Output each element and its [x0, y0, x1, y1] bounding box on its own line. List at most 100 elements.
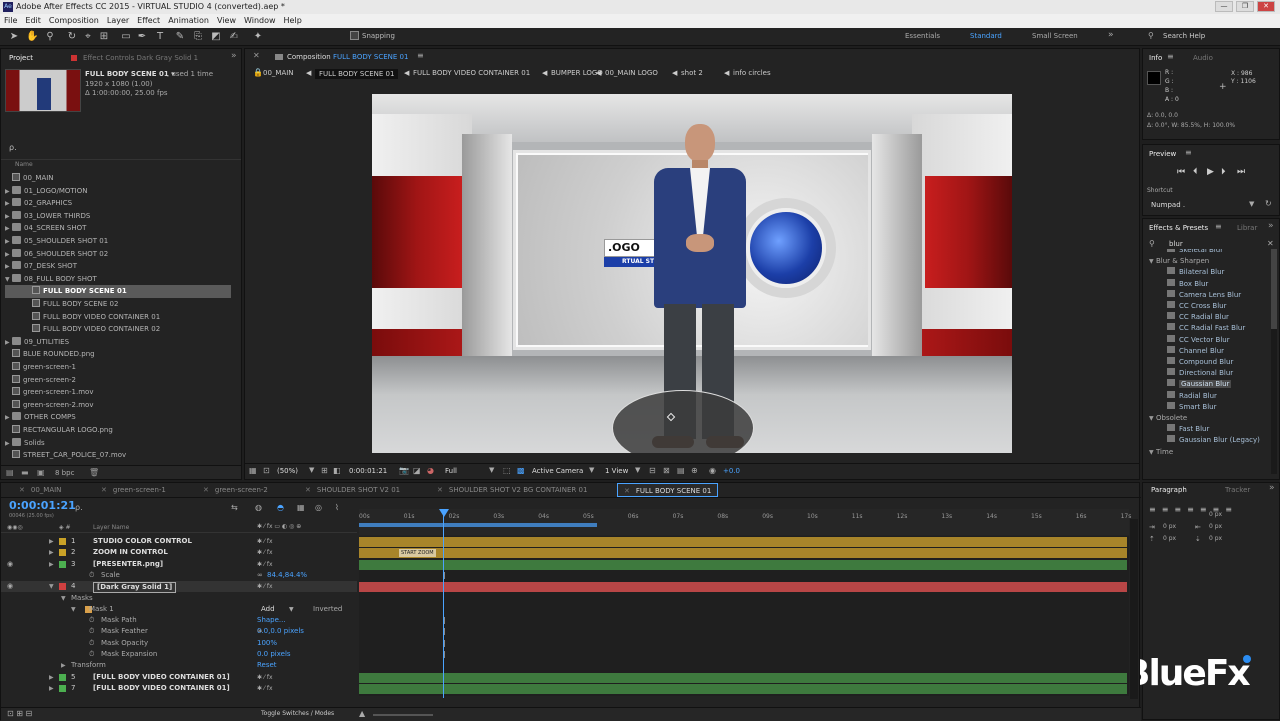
- close-tab-icon[interactable]: ✕: [437, 486, 443, 494]
- layer-label-color[interactable]: [59, 538, 66, 545]
- layer-label-color[interactable]: [59, 684, 66, 692]
- toggle-switches-modes-button[interactable]: Toggle Switches / Modes: [261, 710, 334, 717]
- menu-help[interactable]: Help: [280, 14, 306, 28]
- breadcrumb-item[interactable]: 00_MAIN: [263, 69, 294, 77]
- close-tab-icon[interactable]: ✕: [624, 487, 630, 495]
- effects-scrollbar[interactable]: [1271, 249, 1277, 474]
- timeline-layer-row[interactable]: ▶ Transform Reset: [1, 660, 357, 671]
- layer-label-color[interactable]: [59, 583, 66, 591]
- property-value[interactable]: 0.0 pixels: [257, 649, 291, 660]
- resolution-dropdown-icon[interactable]: ▼: [489, 466, 494, 474]
- exposure-value[interactable]: +0.0: [723, 467, 740, 475]
- composition-tab-name[interactable]: FULL BODY SCENE 01: [333, 50, 408, 64]
- tab-audio[interactable]: Audio: [1193, 51, 1213, 65]
- timeline-layer-row[interactable]: ⏱ Mask Feather 0.0,0.0 pixels ∞: [1, 626, 357, 637]
- expand-layer-switches-icon[interactable]: ⊡ ⊞ ⊟: [7, 709, 32, 718]
- timeline-layer-row[interactable]: ⏱ Mask Opacity 100%: [1, 638, 357, 649]
- hand-tool-icon[interactable]: ✋: [26, 31, 38, 43]
- eraser-tool-icon[interactable]: ◩: [210, 31, 222, 43]
- current-time-display[interactable]: 0:00:01:21: [349, 467, 387, 475]
- previous-frame-icon[interactable]: ⏴: [1193, 167, 1198, 177]
- mask-mode-dropdown-icon[interactable]: ▼: [289, 604, 294, 615]
- property-value[interactable]: Reset: [257, 660, 277, 671]
- layer-name[interactable]: STUDIO COLOR CONTROL: [93, 536, 192, 547]
- project-item[interactable]: FULL BODY SCENE 01: [5, 285, 231, 298]
- zoom-out-icon[interactable]: ▲: [359, 709, 365, 718]
- project-item[interactable]: ▶ 03_LOWER THIRDS: [5, 210, 231, 223]
- effects-group[interactable]: ▼ Obsolete: [1147, 413, 1271, 424]
- layer-duration-bar[interactable]: [359, 548, 1127, 559]
- timeline-search-icon[interactable]: ρ.: [75, 503, 83, 512]
- timeline-tab[interactable]: ✕ 00_MAIN: [19, 483, 61, 497]
- graph-editor-icon[interactable]: ⌇: [335, 503, 339, 512]
- preview-menu-icon[interactable]: ≡: [1185, 148, 1192, 157]
- brush-tool-icon[interactable]: ✎: [174, 31, 186, 43]
- effects-menu-icon[interactable]: ≡: [1215, 222, 1222, 231]
- layer-switches-icon[interactable]: ✱ ⁄ fx: [257, 559, 273, 570]
- project-item[interactable]: FULL BODY VIDEO CONTAINER 02: [5, 323, 231, 336]
- timeline-layer-row[interactable]: ▶ 5 [FULL BODY VIDEO CONTAINER 01] ✱ ⁄ fx: [1, 672, 357, 683]
- effect-item[interactable]: Fast Blur: [1147, 424, 1271, 435]
- bit-depth-button[interactable]: 8 bpc: [55, 469, 74, 477]
- project-item[interactable]: FULL BODY SCENE 02: [5, 298, 231, 311]
- stopwatch-icon[interactable]: ⏱: [89, 638, 94, 649]
- menu-window[interactable]: Window: [240, 14, 280, 28]
- chevron-right-icon[interactable]: ▶: [49, 547, 54, 558]
- breadcrumb-item[interactable]: FULL BODY SCENE 01: [315, 69, 399, 79]
- chevron-right-icon[interactable]: ▼: [49, 581, 54, 592]
- stopwatch-icon[interactable]: ⏱: [89, 626, 94, 637]
- indent-right-value[interactable]: 0 px: [1209, 511, 1222, 518]
- region-of-interest-icon[interactable]: ⬚: [503, 466, 511, 475]
- play-icon[interactable]: ▶: [1207, 167, 1214, 177]
- menu-edit[interactable]: Edit: [21, 14, 45, 28]
- timeline-scrollbar[interactable]: [1130, 519, 1138, 699]
- draft-3d-icon[interactable]: ◍: [255, 503, 262, 512]
- project-item[interactable]: green-screen-2: [5, 374, 231, 387]
- magnification-select[interactable]: (50%): [277, 467, 298, 475]
- layer-switches-icon[interactable]: ✱ ⁄ fx: [257, 547, 273, 558]
- layer-duration-bar[interactable]: [359, 559, 1127, 570]
- layer-label-color[interactable]: [59, 560, 66, 568]
- zoom-tool-icon[interactable]: ⚲: [44, 31, 56, 43]
- timeline-layer-row[interactable]: ▶ 1 STUDIO COLOR CONTROL ✱ ⁄ fx: [1, 536, 357, 547]
- new-folder-icon[interactable]: ▬: [21, 468, 29, 477]
- grid-icon[interactable]: ⊞: [321, 466, 328, 475]
- close-tab-icon[interactable]: ✕: [203, 486, 209, 494]
- constrain-proportions-icon[interactable]: ∞: [257, 626, 263, 637]
- chevron-down-icon[interactable]: ▼: [61, 593, 66, 604]
- close-tab-icon[interactable]: ✕: [19, 486, 25, 494]
- timeline-tab[interactable]: ✕ green-screen-2: [203, 483, 268, 497]
- project-item[interactable]: ▶ 07_DESK SHOT: [5, 260, 231, 273]
- pen-tool-icon[interactable]: ✒: [136, 31, 148, 43]
- timeline-tab[interactable]: ✕ SHOULDER SHOT V2 01: [305, 483, 400, 497]
- project-item[interactable]: ▶ 01_LOGO/MOTION: [5, 185, 231, 198]
- effect-item[interactable]: CC Radial Fast Blur: [1147, 323, 1271, 334]
- last-frame-icon[interactable]: ⏭: [1237, 167, 1245, 177]
- project-item[interactable]: 00_MAIN: [5, 172, 231, 185]
- layer-duration-bar[interactable]: [359, 672, 1127, 683]
- property-value[interactable]: Shape...: [257, 615, 286, 626]
- menu-view[interactable]: View: [213, 14, 240, 28]
- project-item[interactable]: RECTANGULAR LOGO.png: [5, 424, 231, 437]
- playhead-line[interactable]: [443, 510, 444, 698]
- layer-duration-bar[interactable]: [359, 537, 1127, 547]
- menu-animation[interactable]: Animation: [164, 14, 213, 28]
- layer-name[interactable]: ZOOM IN CONTROL: [93, 547, 168, 558]
- effect-item[interactable]: Compound Blur: [1147, 357, 1271, 368]
- layer-name[interactable]: [PRESENTER.png]: [93, 559, 163, 570]
- new-comp-icon[interactable]: ▣: [37, 468, 45, 477]
- shy-layers-icon[interactable]: ◓: [277, 503, 284, 512]
- layer-duration-bar[interactable]: [359, 683, 1127, 694]
- first-frame-icon[interactable]: ⏮: [1177, 167, 1185, 177]
- property-value[interactable]: 84.4,84.4%: [267, 570, 307, 581]
- effect-item[interactable]: Gaussian Blur (Legacy): [1147, 435, 1271, 446]
- project-item[interactable]: STREET_CAR_POLICE_07.mov: [5, 449, 231, 462]
- menu-composition[interactable]: Composition: [45, 14, 103, 28]
- minimize-button[interactable]: —: [1215, 1, 1233, 12]
- menu-layer[interactable]: Layer: [103, 14, 133, 28]
- always-preview-icon[interactable]: ▦: [249, 466, 257, 475]
- resolution-select[interactable]: Full: [445, 467, 457, 475]
- timeline-layer-row[interactable]: ▼ Mask 1 Add ▼ Inverted: [1, 604, 357, 615]
- layer-switches-icon[interactable]: ✱ ⁄ fx: [257, 672, 273, 683]
- preview-refresh-icon[interactable]: ↻: [1265, 199, 1272, 208]
